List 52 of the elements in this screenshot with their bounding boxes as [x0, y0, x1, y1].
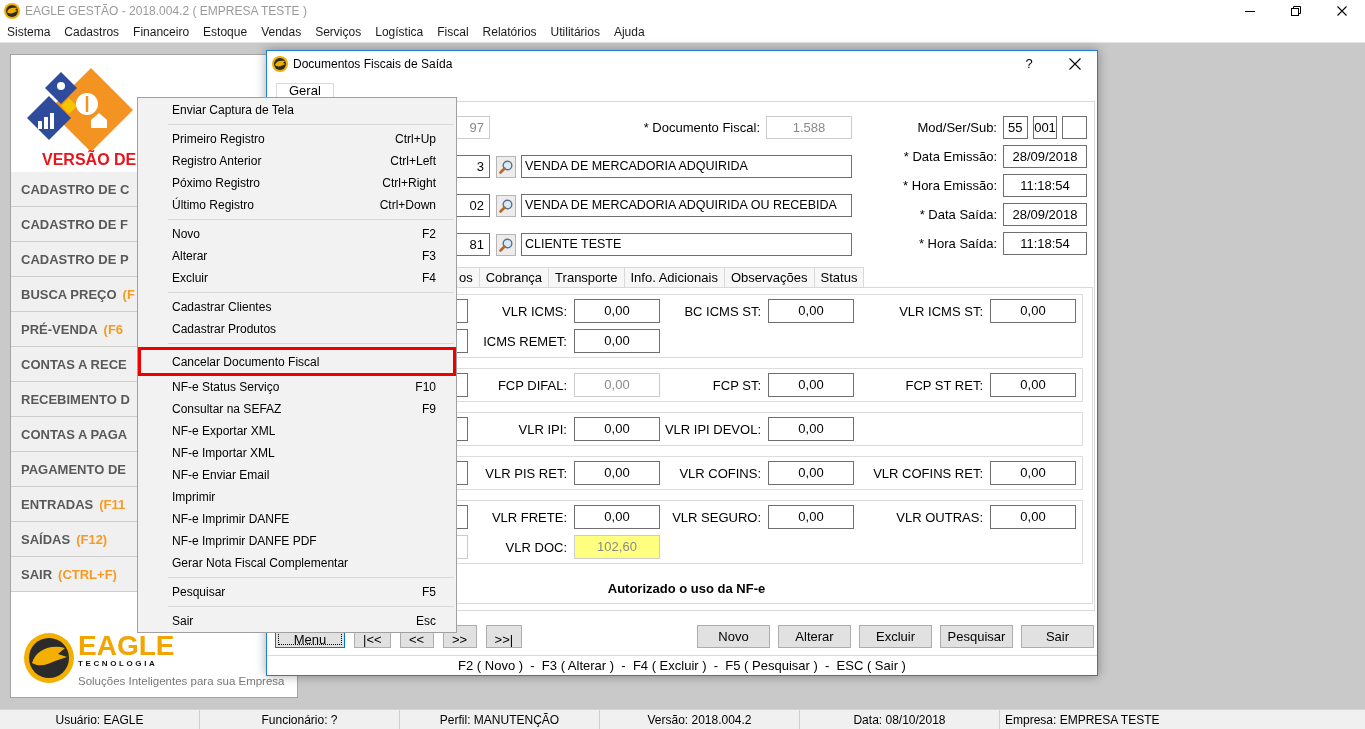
field-label: VLR IPI DEVOL: — [664, 421, 761, 437]
field-label: VLR OUTRAS: — [896, 509, 983, 525]
field-label: FCP DIFAL: — [497, 377, 567, 393]
status-text: Perfil: MANUTENÇÃO — [439, 712, 560, 727]
field-label: * Hora Saída: — [918, 236, 997, 251]
brand-slogan: Soluções Inteligentes para sua Empresa — [78, 674, 285, 688]
shortcut-label: Esc — [416, 614, 436, 628]
version-label: VERSÃO DE — [42, 151, 137, 169]
shortcut-label: F10 — [415, 380, 436, 394]
shortcut-label: Ctrl+Up — [395, 132, 436, 146]
field-label: * Hora Emissão: — [903, 178, 997, 193]
field-label: VLR IPI: — [518, 421, 567, 437]
shortcut-label: F9 — [422, 402, 436, 416]
field-label: VLR FRETE: — [491, 509, 567, 525]
field-label: VLR COFINS: — [679, 465, 761, 481]
hotkey-label: (F12) — [76, 531, 108, 547]
field-label: VLR COFINS RET: — [873, 465, 983, 481]
shortcut-label: F2 — [422, 227, 436, 241]
shortcut-label: Ctrl+Left — [390, 154, 436, 168]
field-label: ICMS REMET: — [483, 333, 567, 349]
field-label: BC ICMS ST: — [684, 303, 761, 319]
status-text: Empresa: EMPRESA TESTE — [1005, 712, 1160, 727]
shortcut-label: F4 — [422, 271, 436, 285]
field-label: FCP ST RET: — [905, 377, 983, 393]
brand-subtitle: TECNOLOGIA — [78, 659, 158, 668]
field-label: * Documento Fiscal: — [643, 120, 760, 135]
shortcut-label: F3 — [422, 249, 436, 263]
field-label: * Data Saída: — [919, 207, 997, 222]
field-label: VLR SEGURO: — [672, 509, 761, 525]
shortcut-label: Ctrl+Down — [379, 198, 436, 212]
dialog-title: Documentos Fiscais de Saída — [293, 56, 453, 71]
hotkey-label: (F — [122, 286, 135, 302]
hotkey-label: (CTRL+F) — [58, 566, 117, 582]
hotkey-label: (F11 — [99, 496, 126, 512]
field-label: VLR PIS RET: — [485, 465, 567, 481]
field-label: FCP ST: — [712, 377, 761, 393]
window-title: EAGLE GESTÃO - 2018.004.2 ( EMPRESA TESTE ) — [25, 4, 307, 18]
status-text: Versão: 2018.004.2 — [647, 712, 752, 727]
status-text: Data: 08/10/2018 — [853, 712, 946, 727]
status-text: Usuário: EAGLE — [55, 712, 144, 727]
field-label: VLR ICMS ST: — [899, 303, 983, 319]
shortcut-label: Ctrl+Right — [382, 176, 436, 190]
shortcut-hint: F2 ( Novo ) - F3 ( Alterar ) - F4 ( Excluir ) - F5 ( Pesquisar ) - ESC ( Sair ) — [458, 658, 906, 673]
field-label: VLR DOC: — [505, 539, 567, 555]
field-label: * Data Emissão: — [903, 149, 997, 164]
shortcut-label: F5 — [422, 585, 436, 599]
field-label: VLR ICMS: — [502, 303, 567, 319]
status-text: Funcionário: ? — [261, 712, 338, 727]
brand-name: EAGLE — [78, 632, 175, 659]
field-label: Mod/Ser/Sub: — [917, 120, 997, 135]
status-message: Autorizado o uso da NF-e — [607, 581, 766, 596]
hotkey-label: (F6 — [103, 321, 124, 337]
